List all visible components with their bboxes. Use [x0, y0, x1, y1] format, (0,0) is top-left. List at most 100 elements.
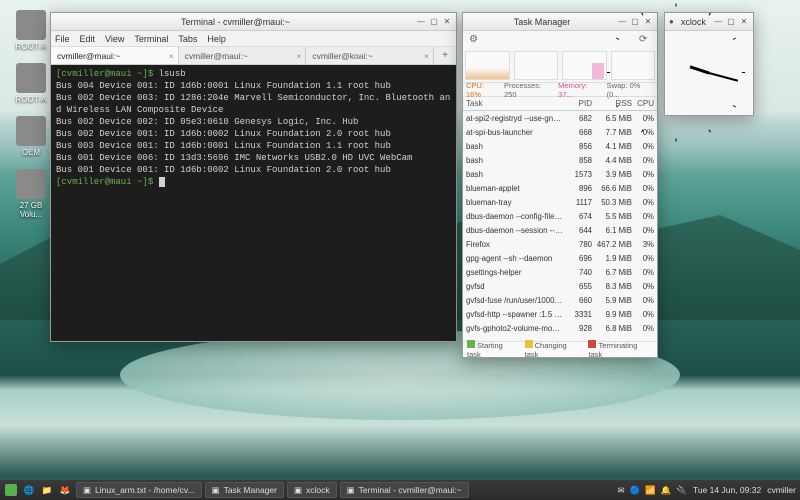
- icon-label: ROOT-A: [16, 42, 47, 51]
- panel-user[interactable]: cvmiller: [767, 485, 796, 495]
- table-row[interactable]: blueman-applet89666.6 MiB0%: [463, 181, 657, 195]
- terminal-body[interactable]: [cvmiller@maui ~]$ lsusb Bus 004 Device …: [51, 65, 456, 341]
- taskbar: 🌐 📁 🦊 ▣Linux_arm.txt - /home/cv...▣Task …: [0, 480, 800, 500]
- terminal-tab[interactable]: cvmiller@koai:~×: [306, 47, 434, 64]
- taskbar-item[interactable]: ▣ Terminal - cvmiller@maui:~: [340, 482, 469, 498]
- table-row[interactable]: dbus-daemon --session --address=s...6446…: [463, 223, 657, 237]
- clock-face: [669, 33, 749, 111]
- cell-task: gsettings-helper: [466, 268, 564, 277]
- window-icon: ▣: [347, 485, 355, 496]
- table-header[interactable]: Task PID RSS CPU: [463, 97, 657, 111]
- clock-tick: [676, 4, 677, 7]
- icon-label: OEM: [22, 148, 40, 157]
- terminal-tab[interactable]: cvmiller@maui:~×: [179, 47, 307, 64]
- terminal-tab[interactable]: cvmiller@maui:~×: [51, 47, 179, 64]
- table-row[interactable]: bash8564.1 MiB0%: [463, 139, 657, 153]
- menu-help[interactable]: Help: [207, 31, 226, 46]
- taskmanager-titlebar[interactable]: Task Manager — ▢ ✕: [463, 13, 657, 31]
- table-row[interactable]: bash8584.4 MiB0%: [463, 153, 657, 167]
- tray-icon[interactable]: 🔵: [630, 485, 641, 496]
- table-row[interactable]: at-spi2-registryd --use-gnome-sess...682…: [463, 111, 657, 125]
- swap-stat: Swap: 0% (0...: [607, 81, 654, 99]
- legend-start-swatch: [467, 340, 475, 348]
- launcher-icon-3[interactable]: 🦊: [58, 483, 72, 497]
- cell-task: gpg-agent --sh --daemon: [466, 254, 564, 263]
- cell-task: dbus-daemon --config-file=/usr/sha...: [466, 212, 564, 221]
- tray-icon[interactable]: ✉: [617, 485, 624, 496]
- menu-file[interactable]: File: [55, 31, 70, 46]
- menu-tabs[interactable]: Tabs: [178, 31, 197, 46]
- cell-cpu: 0%: [632, 226, 654, 235]
- cell-rss: 8.3 MiB: [592, 282, 632, 291]
- tray-icon[interactable]: 📶: [645, 485, 656, 496]
- taskmanager-window: Task Manager — ▢ ✕ ⚙ ⟳ CPU: 16% Processe…: [462, 12, 658, 358]
- table-row[interactable]: blueman-tray111750.3 MiB0%: [463, 195, 657, 209]
- cell-pid: 740: [564, 268, 592, 277]
- table-row[interactable]: gvfsd6558.3 MiB0%: [463, 279, 657, 293]
- col-cpu[interactable]: CPU: [632, 99, 654, 108]
- table-row[interactable]: at-spi-bus-launcher6687.7 MiB0%: [463, 125, 657, 139]
- cell-pid: 928: [564, 324, 592, 333]
- gear-icon[interactable]: ⚙: [469, 34, 481, 46]
- app-menu-icon[interactable]: [4, 483, 18, 497]
- close-button[interactable]: ✕: [442, 17, 452, 27]
- table-row[interactable]: dbus-daemon --config-file=/usr/sha...674…: [463, 209, 657, 223]
- panel-clock[interactable]: Tue 14 Jun, 09:32: [693, 485, 761, 495]
- cell-pid: 858: [564, 156, 592, 165]
- col-rss[interactable]: RSS: [592, 99, 632, 108]
- menu-terminal[interactable]: Terminal: [134, 31, 168, 46]
- cell-rss: 5.9 MiB: [592, 296, 632, 305]
- maximize-button[interactable]: ▢: [429, 17, 439, 27]
- taskbar-item[interactable]: ▣xclock: [287, 482, 337, 498]
- close-icon[interactable]: ×: [424, 51, 429, 61]
- launcher-icon-2[interactable]: 📁: [40, 483, 54, 497]
- tray-icon[interactable]: 🔌: [676, 485, 687, 496]
- table-row[interactable]: gvfs-gphoto2-volume-monitor9286.8 MiB0%: [463, 321, 657, 335]
- close-button[interactable]: ✕: [643, 17, 653, 27]
- table-row[interactable]: gvfsd-http --spawner :1.5 /org/gtk/...33…: [463, 307, 657, 321]
- minimize-button[interactable]: —: [617, 17, 627, 27]
- minimize-button[interactable]: —: [416, 17, 426, 27]
- cell-cpu: 0%: [632, 156, 654, 165]
- cell-rss: 3.9 MiB: [592, 170, 632, 179]
- hour-hand: [690, 66, 710, 75]
- proc-graph: [514, 51, 559, 80]
- desktop-icon[interactable]: 27 GB Volu...: [8, 169, 54, 219]
- terminal-titlebar[interactable]: Terminal - cvmiller@maui:~ — ▢ ✕: [51, 13, 456, 31]
- taskbar-item[interactable]: ▣Linux_arm.txt - /home/cv...: [76, 482, 202, 498]
- menu-view[interactable]: View: [105, 31, 124, 46]
- stats-bar: CPU: 16% Processes: 250 Memory: 37... Sw…: [463, 83, 657, 97]
- taskbar-item[interactable]: ▣Task Manager: [205, 482, 284, 498]
- col-task[interactable]: Task: [466, 99, 564, 108]
- table-row[interactable]: gvfsd-fuse /run/user/1000/gvfs -f6605.9 …: [463, 293, 657, 307]
- refresh-icon[interactable]: ⟳: [639, 34, 651, 46]
- maximize-button[interactable]: ▢: [726, 17, 736, 27]
- drive-icon: [16, 10, 46, 40]
- launcher-icon-1[interactable]: 🌐: [22, 483, 36, 497]
- desktop-icon[interactable]: ROOT-A: [8, 63, 54, 104]
- desktop-icon[interactable]: OEM: [8, 116, 54, 157]
- maximize-button[interactable]: ▢: [630, 17, 640, 27]
- desktop-icon[interactable]: ROOT-A: [8, 10, 54, 51]
- cell-rss: 467.2 MiB: [592, 240, 632, 249]
- taskbar-label: Linux_arm.txt - /home/cv...: [95, 485, 195, 495]
- table-row[interactable]: gpg-agent --sh --daemon6961.9 MiB0%: [463, 251, 657, 265]
- close-icon[interactable]: ×: [169, 51, 174, 61]
- add-tab-button[interactable]: +: [434, 47, 456, 64]
- cell-task: bash: [466, 170, 564, 179]
- table-row[interactable]: bash15733.9 MiB0%: [463, 167, 657, 181]
- table-row[interactable]: gsettings-helper7406.7 MiB0%: [463, 265, 657, 279]
- cell-pid: 644: [564, 226, 592, 235]
- close-icon[interactable]: ×: [296, 51, 301, 61]
- cell-task: at-spi2-registryd --use-gnome-sess...: [466, 114, 564, 123]
- cell-pid: 660: [564, 296, 592, 305]
- menu-edit[interactable]: Edit: [80, 31, 96, 46]
- close-button[interactable]: ✕: [739, 17, 749, 27]
- minimize-button[interactable]: —: [713, 17, 723, 27]
- cell-rss: 5.5 MiB: [592, 212, 632, 221]
- table-row[interactable]: Firefox780467.2 MiB3%: [463, 237, 657, 251]
- taskbar-label: Terminal - cvmiller@maui:~: [359, 485, 462, 495]
- col-pid[interactable]: PID: [564, 99, 592, 108]
- tray-icon[interactable]: 🔔: [661, 485, 672, 496]
- drive-icon: [16, 169, 46, 199]
